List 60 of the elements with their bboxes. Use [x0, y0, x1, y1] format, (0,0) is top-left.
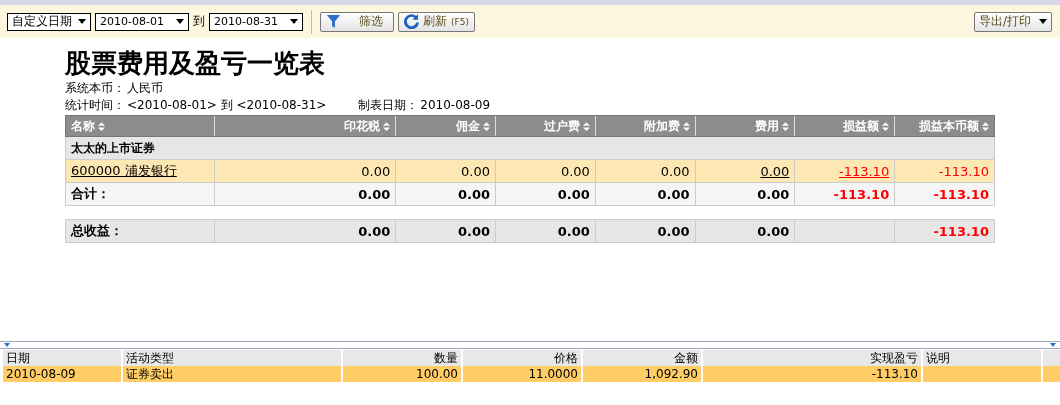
triangle-icon[interactable]: [4, 343, 10, 347]
table-cell: 0.00: [657, 186, 690, 202]
sort-icon: [582, 121, 590, 131]
table-cell: 0.00: [757, 223, 790, 239]
sort-icon: [782, 121, 790, 131]
table-cell: 0.00: [657, 223, 690, 239]
table-cell: -113.10: [933, 223, 989, 239]
sort-icon: [98, 121, 105, 131]
table-cell: 100.00: [416, 367, 458, 381]
currency-label: 系统本币：: [65, 80, 125, 97]
end-date-field[interactable]: 2010-08-31: [209, 12, 303, 31]
range-dropdown[interactable]: 自定义日期: [7, 12, 91, 31]
table-cell: 0.00: [557, 223, 590, 239]
sort-icon: [882, 121, 890, 131]
table-cell: 2010-08-09: [6, 367, 76, 381]
report-title: 股票费用及盈亏一览表: [65, 47, 326, 80]
table-cell: 0.00: [557, 186, 590, 202]
sort-icon: [383, 121, 391, 131]
triangle-icon[interactable]: [1050, 343, 1056, 347]
table-cell[interactable]: 600000 浦发银行: [71, 162, 177, 180]
table-cell: 0.00: [457, 223, 491, 239]
refresh-button[interactable]: 刷新 (F5): [398, 11, 475, 32]
start-date-field[interactable]: 2010-08-01: [95, 12, 189, 31]
refresh-icon: [404, 14, 419, 29]
caret-icon: [1039, 19, 1047, 24]
export-print-button[interactable]: 导出/打印: [973, 11, 1052, 32]
sort-icon: [483, 121, 491, 131]
table-cell: 0.00: [560, 163, 590, 179]
table-cell: 1,092.90: [644, 367, 698, 381]
table-cell: 0.00: [358, 223, 391, 239]
sort-icon: [981, 121, 989, 131]
caret-icon: [290, 19, 298, 24]
table-cell: 0.00: [660, 163, 690, 179]
grid-row[interactable]: 2010-08-09 证券卖出 100.00 11.0000 1,092.90 -113.10: [3, 366, 1060, 382]
currency-value: 人民币: [127, 80, 163, 97]
table-cell: 总收益：: [71, 222, 123, 240]
table-cell: 0.00: [457, 186, 491, 202]
table-cell: -113.10: [933, 186, 989, 202]
table-cell: -113.10: [871, 367, 918, 381]
to-label: 到: [193, 13, 205, 30]
sort-icon: [682, 121, 690, 131]
table-cell: 证券卖出: [126, 367, 174, 381]
table-cell: 11.0000: [528, 367, 578, 381]
period-value: <2010-08-01> 到 <2010-08-31>: [127, 97, 327, 114]
group-row: 太太的上市证券: [65, 137, 995, 160]
filter-button[interactable]: 筛选: [320, 11, 394, 32]
period-label: 统计时间：: [65, 97, 125, 114]
table-cell: 0.00: [461, 163, 491, 179]
caret-icon: [78, 19, 86, 24]
table-cell: -113.10: [938, 163, 989, 179]
made-date-value: 2010-08-09: [420, 97, 491, 114]
caret-icon: [176, 19, 184, 24]
table-cell: 0.00: [361, 163, 391, 179]
table-cell[interactable]: 0.00: [760, 163, 790, 179]
filter-icon: [326, 14, 341, 29]
table-cell: 0.00: [358, 186, 391, 202]
table-cell: -113.10: [833, 186, 890, 202]
made-date-label: 制表日期：: [358, 97, 419, 114]
table-cell: 合计：: [71, 185, 110, 203]
table-cell: 0.00: [757, 186, 790, 202]
